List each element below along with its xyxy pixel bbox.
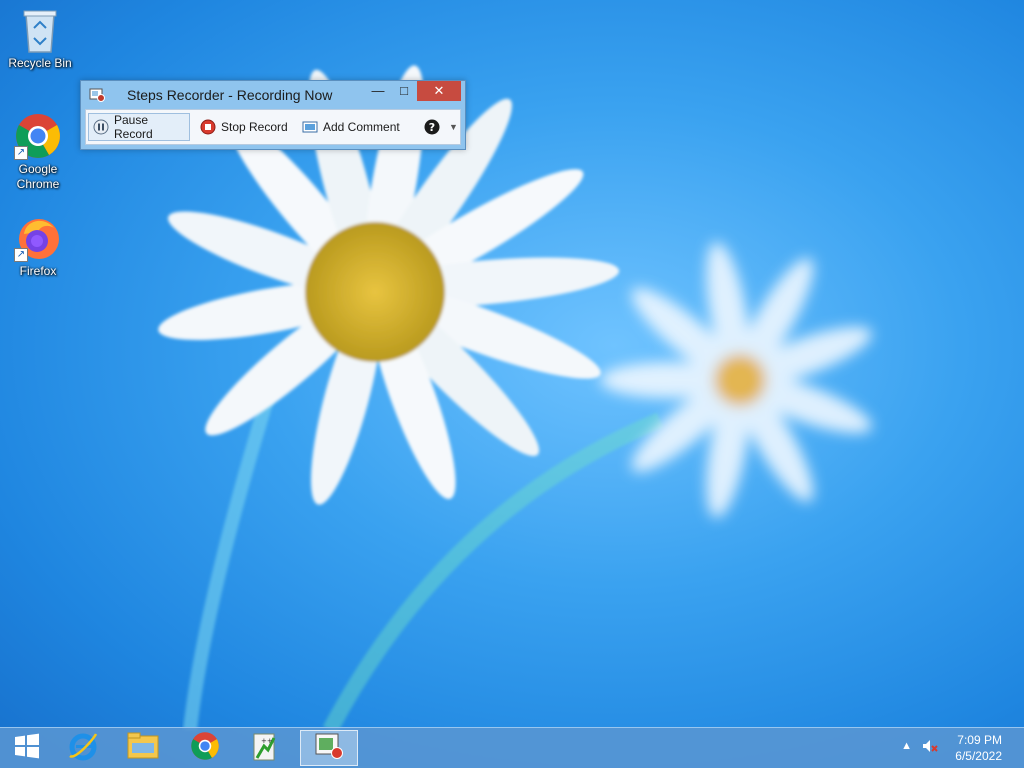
pause-record-button[interactable]: Pause Record [88, 113, 190, 141]
help-icon: ? [424, 119, 440, 135]
file-explorer-icon [127, 731, 159, 766]
add-comment-button[interactable]: Add Comment [298, 113, 404, 141]
start-button[interactable] [0, 730, 54, 766]
stop-icon [200, 119, 216, 135]
taskbar-chrome[interactable] [178, 730, 232, 766]
steps-recorder-icon [314, 732, 344, 765]
firefox-icon: ↗ [14, 214, 62, 262]
minimize-button[interactable]: — [365, 81, 391, 101]
maximize-button[interactable]: □ [391, 81, 417, 101]
title-bar[interactable]: Steps Recorder - Recording Now — □ ✕ [81, 81, 465, 109]
notepad-plus-plus-icon: ++ [250, 730, 280, 767]
close-button[interactable]: ✕ [417, 81, 461, 101]
desktop-icon-recycle-bin[interactable]: Recycle Bin [4, 6, 76, 71]
stop-record-button[interactable]: Stop Record [196, 113, 292, 141]
windows-start-icon [14, 733, 40, 764]
svg-text:++: ++ [261, 737, 273, 745]
shortcut-arrow-icon: ↗ [14, 248, 28, 262]
system-clock[interactable]: 7:09 PM 6/5/2022 [955, 732, 1002, 764]
steps-recorder-icon [89, 88, 105, 102]
show-hidden-icons-icon[interactable]: ▲ [901, 740, 912, 752]
chevron-down-icon[interactable]: ▼ [449, 122, 458, 132]
taskbar-file-explorer[interactable] [116, 730, 170, 766]
speaker-muted-icon[interactable] [922, 738, 938, 757]
add-comment-label: Add Comment [323, 120, 400, 134]
window-title: Steps Recorder - Recording Now [127, 87, 333, 103]
desktop-icon-label: Google Chrome [16, 162, 60, 191]
pause-record-label: Pause Record [114, 113, 153, 141]
desktop-icon-label: Firefox [19, 264, 57, 278]
chrome-icon: ↗ [14, 112, 62, 160]
taskbar-internet-explorer[interactable] [56, 730, 110, 766]
clock-time: 7:09 PM [957, 733, 1002, 747]
taskbar: ++ ▲ 7:09 PM 6/5/2022 [0, 727, 1024, 768]
recycle-bin-icon [16, 6, 64, 54]
help-button[interactable]: ? ▼ [420, 113, 462, 141]
taskbar-steps-recorder[interactable] [300, 730, 358, 766]
steps-recorder-window[interactable]: Steps Recorder - Recording Now — □ ✕ Pau… [80, 80, 466, 150]
internet-explorer-icon [67, 730, 99, 767]
desktop-icon-firefox[interactable]: ↗ Firefox [2, 214, 74, 279]
shortcut-arrow-icon: ↗ [14, 146, 28, 160]
recorder-toolbar: Pause Record Stop Record Add Comment ? ▼ [85, 109, 461, 145]
taskbar-notepad-plus-plus[interactable]: ++ [238, 730, 292, 766]
clock-date: 6/5/2022 [955, 749, 1002, 763]
stop-record-label: Stop Record [221, 120, 288, 134]
desktop-icon-label: Recycle Bin [8, 56, 72, 70]
comment-icon [302, 119, 318, 135]
desktop-icon-google-chrome[interactable]: ↗ Google Chrome [2, 112, 74, 192]
chrome-icon [190, 731, 220, 766]
svg-text:?: ? [429, 121, 435, 134]
pause-icon [93, 119, 109, 135]
